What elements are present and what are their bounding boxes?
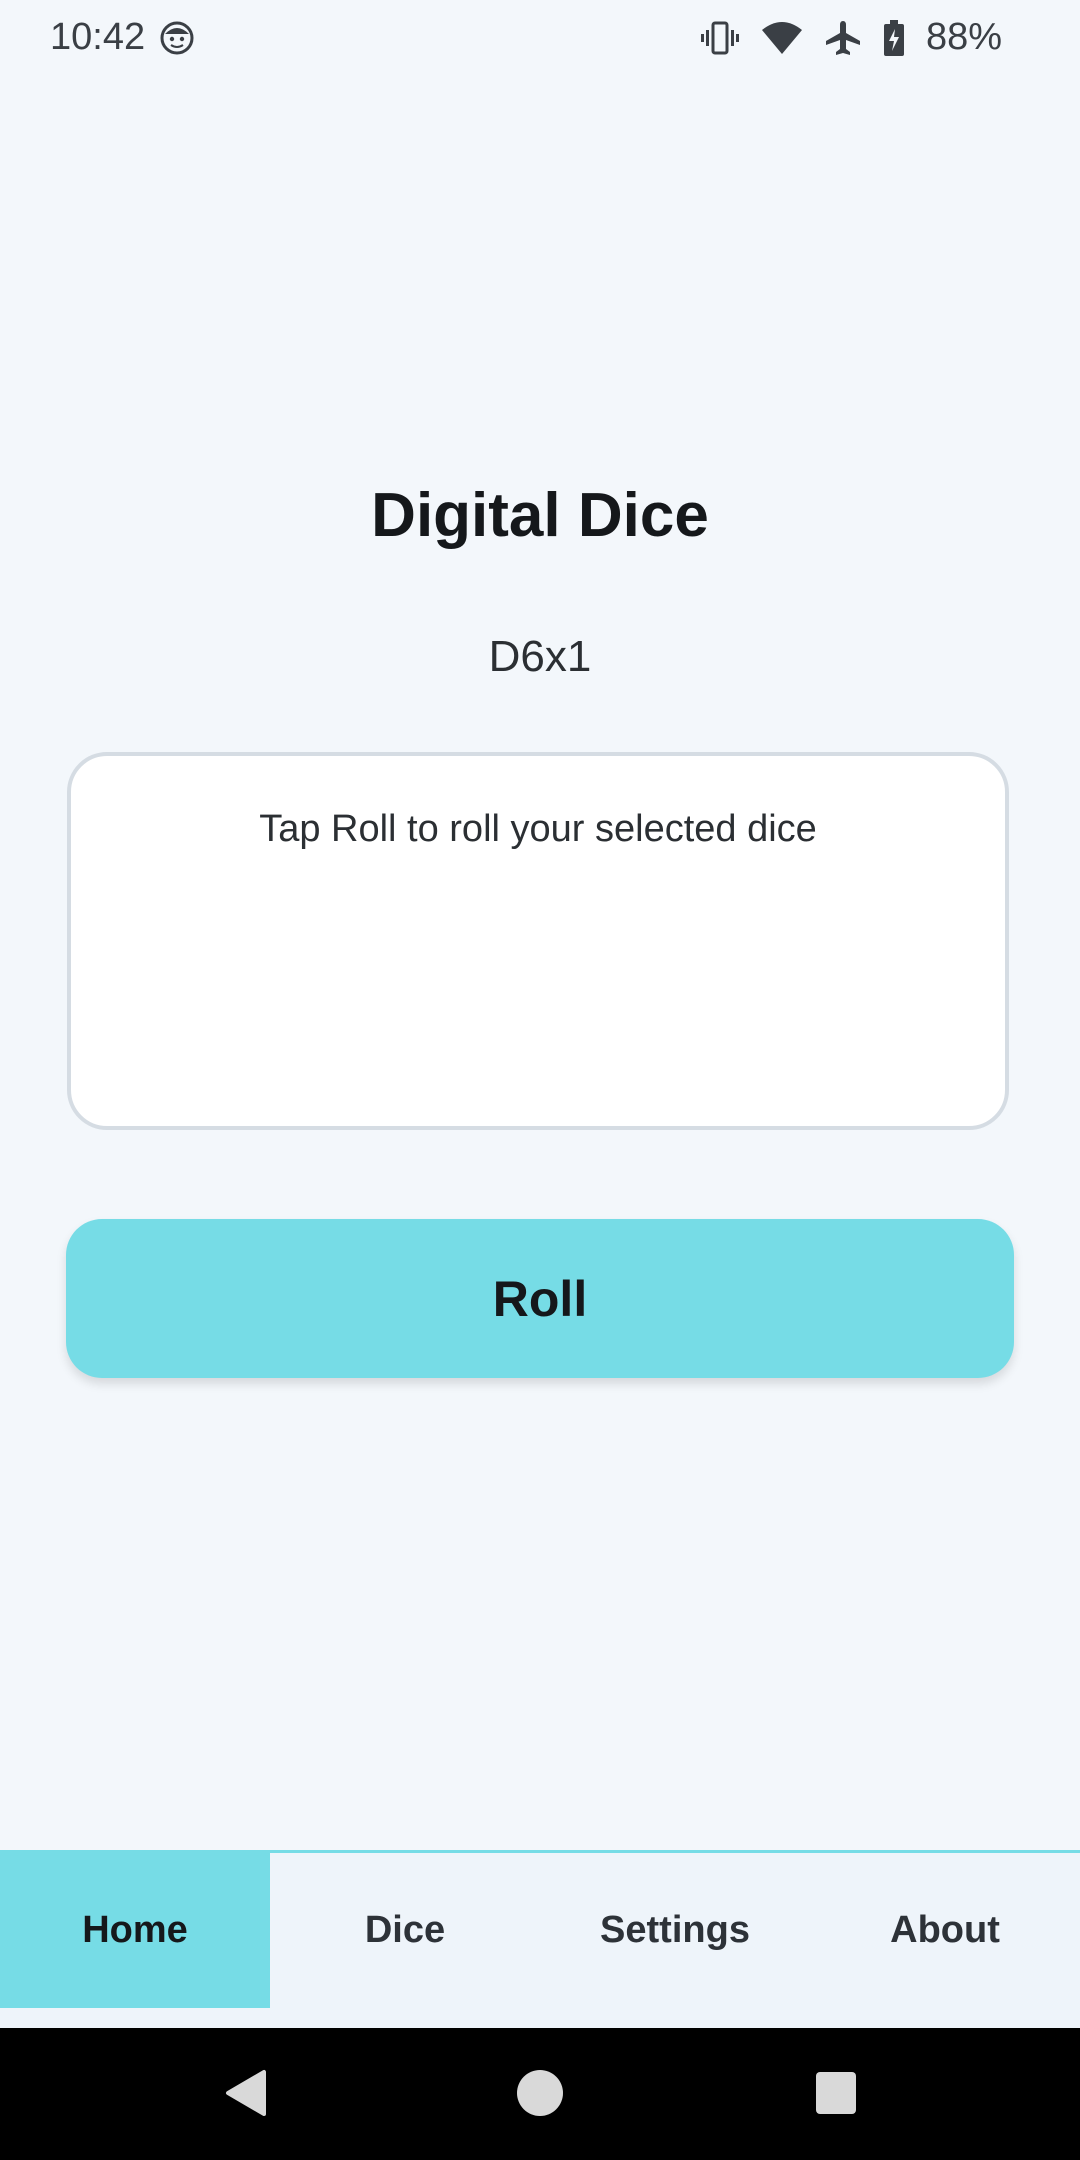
nav-item-dice[interactable]: Dice xyxy=(270,1853,540,2008)
dice-selection-label: D6x1 xyxy=(488,632,592,681)
back-icon[interactable] xyxy=(224,2068,268,2123)
battery-charging-icon xyxy=(882,19,906,57)
nav-item-home[interactable]: Home xyxy=(0,1853,270,2008)
nav-item-about[interactable]: About xyxy=(810,1853,1080,2008)
nav-item-settings[interactable]: Settings xyxy=(540,1853,810,2008)
home-icon[interactable] xyxy=(516,2068,564,2123)
page-title: Digital Dice xyxy=(371,481,709,550)
status-time: 10:42 xyxy=(50,16,146,58)
roll-result-box: Tap Roll to roll your selected dice xyxy=(67,752,1009,1130)
wifi-icon xyxy=(760,20,804,56)
status-bar: 10:42 88% xyxy=(0,0,1080,76)
airplane-icon xyxy=(824,19,862,57)
system-nav-bar xyxy=(0,2028,1080,2160)
battery-percent: 88% xyxy=(925,16,1002,58)
bottom-nav: Home Dice Settings About xyxy=(0,1850,1080,2028)
vibrate-icon xyxy=(700,20,740,56)
roll-result-text: Tap Roll to roll your selected dice xyxy=(259,808,817,850)
face-icon xyxy=(159,20,195,56)
recents-icon[interactable] xyxy=(814,2068,858,2123)
roll-button[interactable]: Roll xyxy=(66,1219,1014,1378)
